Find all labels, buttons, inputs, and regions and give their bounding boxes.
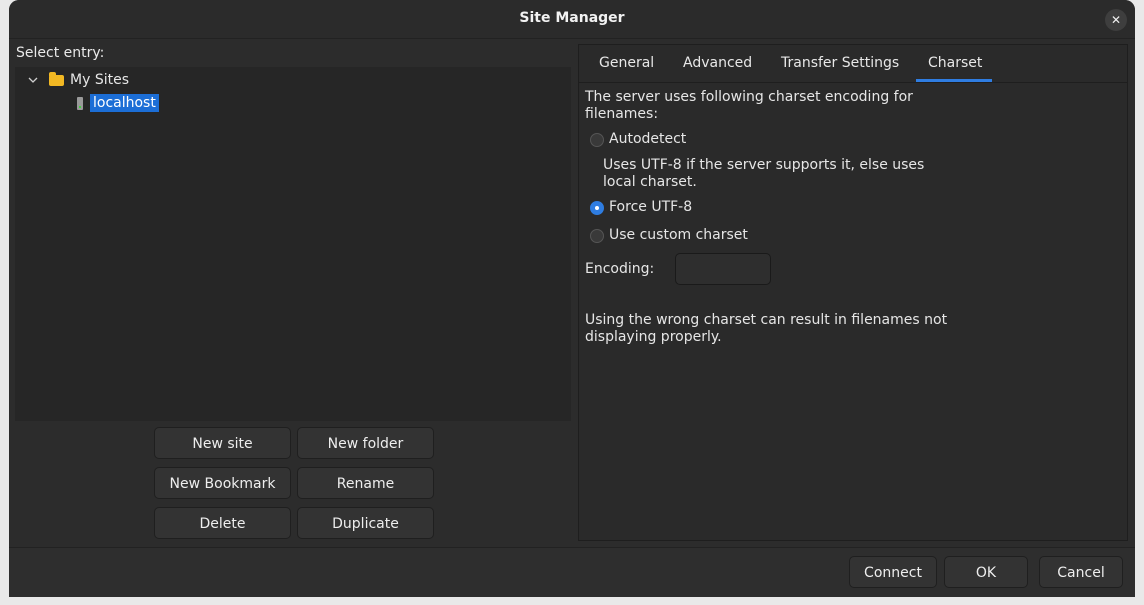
encoding-label: Encoding: <box>585 261 655 277</box>
duplicate-button[interactable]: Duplicate <box>297 507 434 539</box>
title-bar[interactable]: Site Manager ✕ <box>9 0 1135 39</box>
footer-bar: Connect OK Cancel <box>9 547 1135 597</box>
tab-general[interactable]: General <box>599 55 654 71</box>
autodetect-radio[interactable] <box>590 133 604 147</box>
active-tab-indicator <box>916 79 992 82</box>
custom-charset-label[interactable]: Use custom charset <box>609 227 748 244</box>
charset-intro-line2: filenames: <box>585 106 659 122</box>
settings-panel: General Advanced Transfer Settings Chars… <box>578 44 1128 541</box>
force-utf8-label[interactable]: Force UTF-8 <box>609 199 692 216</box>
new-site-button[interactable]: New site <box>154 427 291 459</box>
new-folder-button[interactable]: New folder <box>297 427 434 459</box>
window-title: Site Manager <box>519 10 625 26</box>
chevron-down-icon[interactable] <box>27 74 39 86</box>
ok-button[interactable]: OK <box>944 556 1028 588</box>
tab-transfer-settings[interactable]: Transfer Settings <box>781 55 899 71</box>
warning-line1: Using the wrong charset can result in fi… <box>585 312 948 328</box>
force-utf8-radio[interactable] <box>590 201 604 215</box>
tree-item-label: localhost <box>90 94 159 112</box>
tree-folder-label: My Sites <box>70 72 129 88</box>
charset-intro-line1: The server uses following charset encodi… <box>585 89 913 105</box>
autodetect-label[interactable]: Autodetect <box>609 131 686 148</box>
delete-button[interactable]: Delete <box>154 507 291 539</box>
close-icon[interactable]: ✕ <box>1105 9 1127 31</box>
tab-charset[interactable]: Charset <box>928 55 982 71</box>
autodetect-desc-line2: local charset. <box>603 174 697 190</box>
encoding-input[interactable] <box>675 253 771 285</box>
server-icon <box>77 96 83 110</box>
tree-item-localhost[interactable]: localhost <box>77 93 159 113</box>
folder-icon <box>49 71 64 86</box>
connect-button[interactable]: Connect <box>849 556 937 588</box>
warning-line2: displaying properly. <box>585 329 722 345</box>
new-bookmark-button[interactable]: New Bookmark <box>154 467 291 499</box>
site-manager-window: Site Manager ✕ Select entry: My Sites lo… <box>9 0 1135 597</box>
custom-charset-radio[interactable] <box>590 229 604 243</box>
cancel-button[interactable]: Cancel <box>1039 556 1123 588</box>
site-tree[interactable]: My Sites localhost <box>15 67 571 421</box>
tab-bar: General Advanced Transfer Settings Chars… <box>579 45 1127 83</box>
select-entry-label: Select entry: <box>16 45 105 61</box>
autodetect-desc-line1: Uses UTF-8 if the server supports it, el… <box>603 157 925 173</box>
tab-advanced[interactable]: Advanced <box>683 55 752 71</box>
tree-folder-my-sites[interactable]: My Sites <box>27 70 129 90</box>
rename-button[interactable]: Rename <box>297 467 434 499</box>
